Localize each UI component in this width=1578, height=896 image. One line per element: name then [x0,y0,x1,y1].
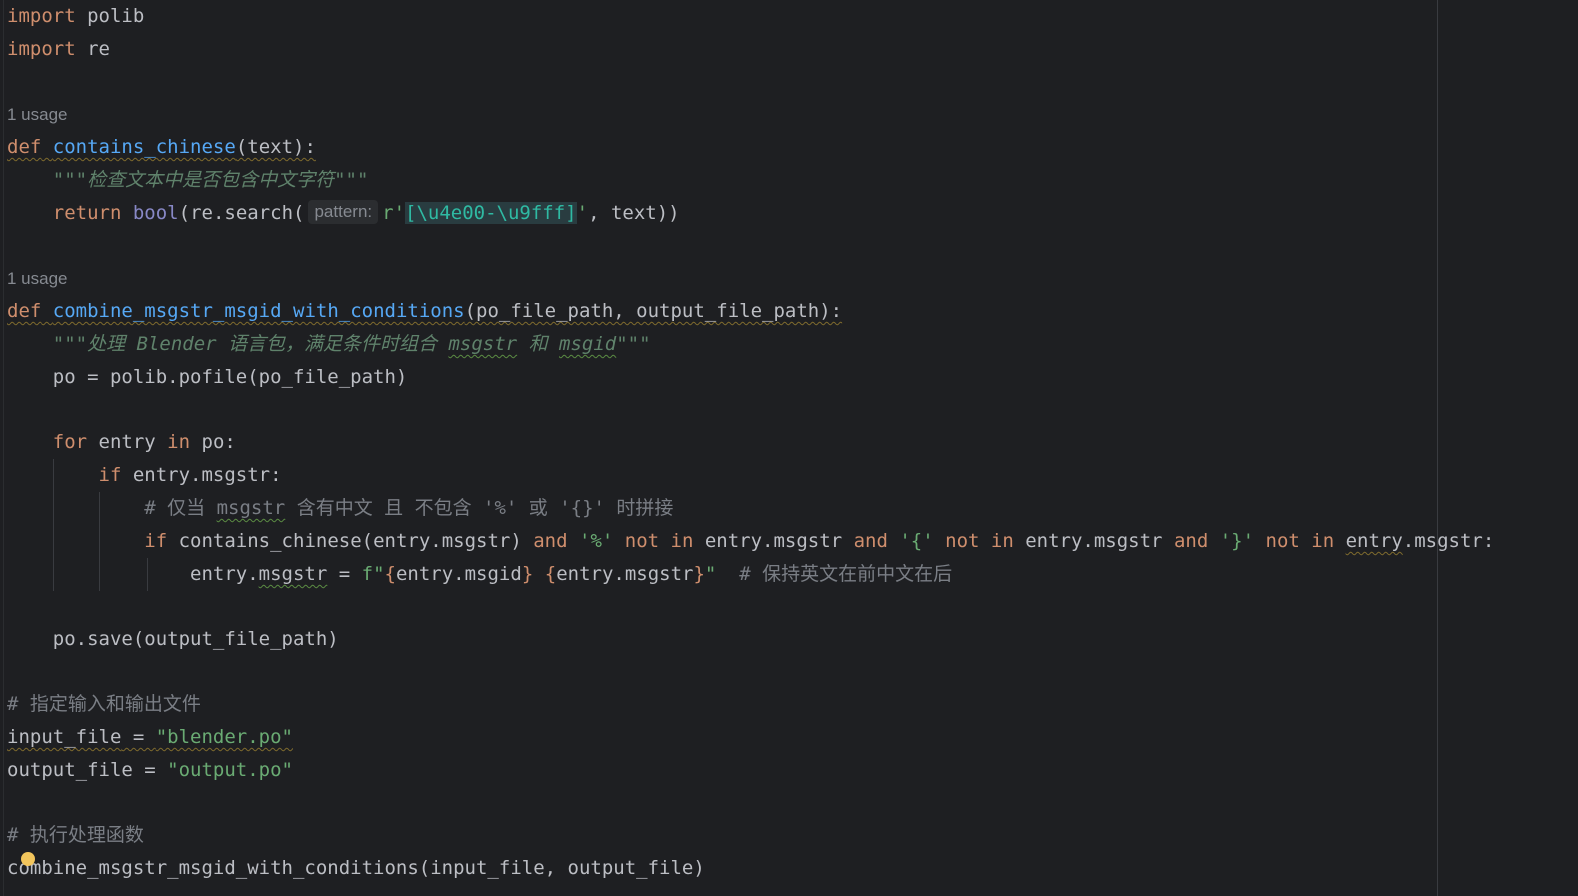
gutter-edge [3,0,4,896]
code-line[interactable]: # 指定输入和输出文件 [7,688,201,721]
code-line[interactable]: output_file = "output.po" [7,754,293,787]
code-line[interactable]: """处理 Blender 语言包，满足条件时组合 msgstr 和 msgid… [7,328,651,361]
warning-underline: input_file = "blender.po" [7,726,293,748]
code-line[interactable]: input_file = "blender.po" [7,721,293,754]
code-line[interactable]: import re [7,33,110,66]
code-line[interactable]: """检查文本中是否包含中文字符""" [7,164,369,197]
code-line[interactable]: for entry in po: [7,426,236,459]
warning-underline: def combine_msgstr_msgid_with_conditions… [7,300,843,322]
code-line[interactable]: if contains_chinese(entry.msgstr) and '%… [7,525,1494,558]
code-line[interactable]: # 执行处理函数 [7,819,144,852]
code-line[interactable]: po.save(output_file_path) [7,623,339,656]
right-margin-guide [1437,0,1438,896]
code-line[interactable]: import polib [7,0,144,33]
usage-hint[interactable]: 1 usage [7,262,68,295]
code-line[interactable]: def combine_msgstr_msgid_with_conditions… [7,295,842,328]
usage-hint[interactable]: 1 usage [7,98,68,131]
parameter-hint: pattern: [308,200,379,224]
code-editor[interactable]: import polib import re 1 usage def conta… [0,0,1578,896]
code-line[interactable]: if entry.msgstr: [7,459,282,492]
code-line[interactable]: # 仅当 msgstr 含有中文 且 不包含 '%' 或 '{}' 时拼接 [7,492,673,525]
code-line[interactable]: entry.msgstr = f"{entry.msgid} {entry.ms… [7,558,952,591]
warning-underline: def contains_chinese(text): [7,136,316,158]
code-line[interactable]: return bool(re.search(pattern: r'[\u4e00-… [7,197,680,230]
regex-highlight: [\u4e00-\u9fff] [405,202,577,224]
code-line[interactable]: po = polib.pofile(po_file_path) [7,361,408,394]
code-line[interactable]: def contains_chinese(text): [7,131,316,164]
lightbulb-icon[interactable] [21,852,35,866]
code-line[interactable]: combine_msgstr_msgid_with_conditions(inp… [7,852,705,885]
